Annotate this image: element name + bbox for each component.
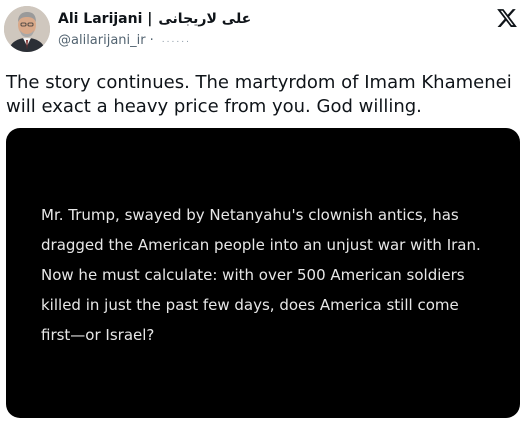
media-image[interactable]: Mr. Trump, swayed by Netanyahu's clownis… — [6, 128, 520, 418]
tweet-timestamp[interactable]: ...... — [162, 35, 191, 45]
avatar-portrait-image — [4, 6, 50, 52]
author-handle[interactable]: @alilarijani_ir — [58, 33, 146, 48]
tweet-text: The story continues. The martyrdom of Im… — [6, 72, 512, 117]
separator-dot: · — [149, 32, 154, 48]
avatar[interactable] — [4, 6, 50, 52]
author-display-name-persian[interactable]: علی لاریجانی — [158, 11, 251, 27]
tweet-card: Ali Larijani | علی لاریجانی @alilarijani… — [0, 0, 530, 427]
handle-row: @alilarijani_ir · ...... — [58, 31, 251, 49]
tweet-header: Ali Larijani | علی لاریجانی @alilarijani… — [58, 9, 251, 49]
x-logo-icon[interactable] — [496, 7, 518, 29]
author-display-name[interactable]: Ali Larijani | — [58, 11, 152, 27]
name-row: Ali Larijani | علی لاریجانی — [58, 9, 251, 29]
media-quote-text: Mr. Trump, swayed by Netanyahu's clownis… — [41, 206, 481, 344]
